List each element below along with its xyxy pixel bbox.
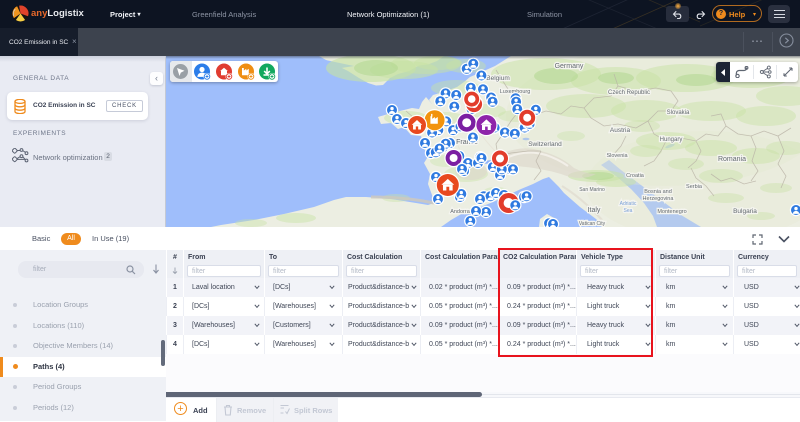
- svg-text:Croatia: Croatia: [626, 173, 645, 179]
- svg-text:Italy: Italy: [588, 207, 601, 214]
- svg-text:Bosnia and: Bosnia and: [644, 189, 672, 195]
- svg-text:Bulgaria: Bulgaria: [733, 208, 757, 215]
- svg-text:Sea: Sea: [624, 208, 633, 214]
- svg-text:Slovakia: Slovakia: [667, 110, 690, 116]
- svg-text:Hungary: Hungary: [660, 137, 683, 143]
- svg-text:San Marino: San Marino: [579, 187, 605, 193]
- svg-text:Romania: Romania: [718, 156, 746, 163]
- svg-text:Serbia: Serbia: [686, 184, 703, 190]
- svg-text:Germany: Germany: [555, 63, 584, 70]
- svg-text:Slovenia: Slovenia: [606, 153, 628, 159]
- svg-text:Switzerland: Switzerland: [528, 141, 562, 148]
- svg-text:Andorra: Andorra: [450, 209, 471, 215]
- svg-text:Austria: Austria: [610, 127, 631, 134]
- svg-text:Czech Republic: Czech Republic: [608, 90, 650, 96]
- svg-text:Adriatic: Adriatic: [620, 201, 637, 207]
- svg-text:Herzegovina: Herzegovina: [643, 196, 675, 202]
- svg-text:Montenegro: Montenegro: [657, 209, 686, 215]
- svg-text:Belgium: Belgium: [486, 75, 509, 82]
